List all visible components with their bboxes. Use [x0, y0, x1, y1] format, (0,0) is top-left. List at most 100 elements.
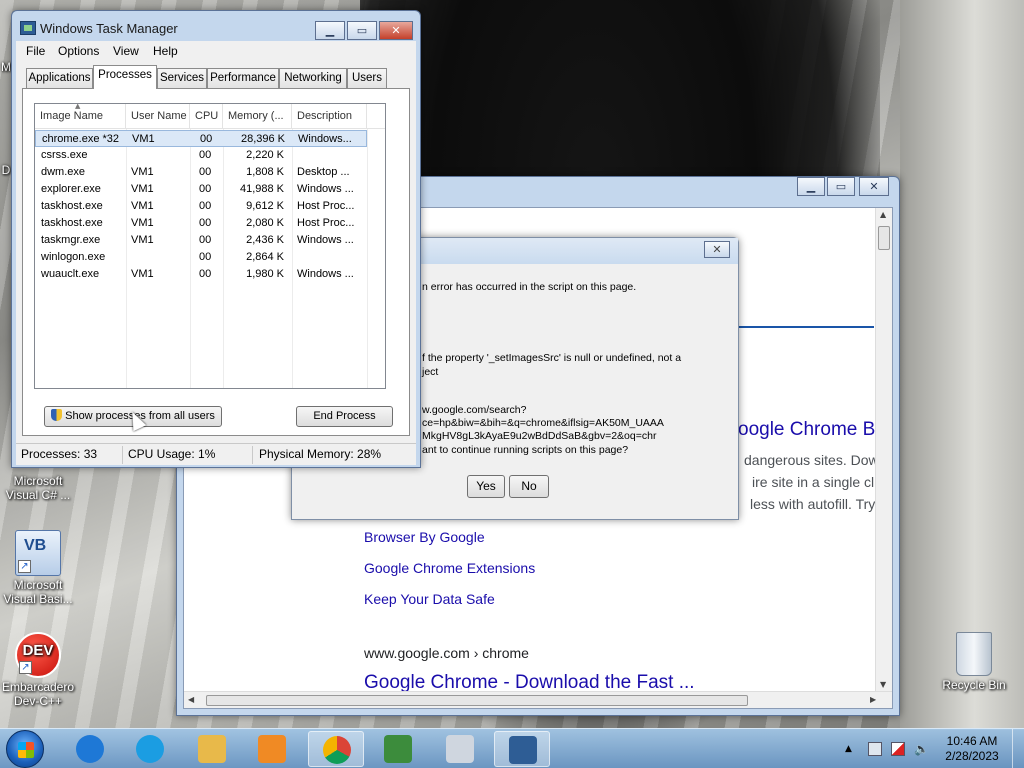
- desktop-icon-visual-csharp[interactable]: Microsoft Visual C# ...: [0, 474, 76, 502]
- process-cell-mem: 9,612 K: [246, 200, 284, 212]
- menu-view[interactable]: View: [113, 44, 139, 58]
- wallpaper-right: [900, 0, 1024, 730]
- process-cell-name: csrss.exe: [41, 149, 88, 161]
- dialog-url-line: ce=hp&biw=&bih=&q=chrome&iflsig=AK50M_UA…: [422, 417, 664, 429]
- menu-help[interactable]: Help: [153, 44, 178, 58]
- end-process-button[interactable]: End Process: [296, 406, 393, 427]
- process-row[interactable]: csrss.exe 00 2,220 K: [35, 147, 385, 164]
- process-row[interactable]: dwm.exe VM1 00 1,808 K Desktop ...: [35, 164, 385, 181]
- scrollbar-thumb[interactable]: [878, 226, 890, 250]
- taskbar-button-internet-explorer[interactable]: [62, 731, 118, 767]
- process-cell-user: VM1: [131, 200, 154, 212]
- horizontal-scrollbar[interactable]: ◀ ▶: [184, 691, 892, 708]
- minimize-button[interactable]: ▁: [315, 21, 345, 40]
- column-image-name[interactable]: Image Name: [35, 104, 126, 129]
- desktop-icon-dev-cpp[interactable]: DEV ↗ Embarcadero Dev-C++: [0, 632, 76, 708]
- sitelink-keep-data-safe[interactable]: Keep Your Data Safe: [364, 591, 495, 607]
- process-cell-desc: Host Proc...: [297, 200, 355, 212]
- show-desktop-button[interactable]: [1012, 729, 1024, 768]
- volume-icon[interactable]: 🔈: [914, 742, 929, 756]
- action-center-flag-icon[interactable]: [891, 742, 905, 756]
- desktop-icon-label: Dev-C++: [13, 694, 63, 708]
- tab-processes[interactable]: Processes: [93, 65, 157, 89]
- scrollbar-thumb[interactable]: [206, 695, 748, 706]
- process-row[interactable]: winlogon.exe 00 2,864 K: [35, 249, 385, 266]
- media-player-icon: [258, 735, 286, 763]
- process-cell-mem: 28,396 K: [240, 133, 285, 145]
- column-cpu[interactable]: CPU: [190, 104, 223, 129]
- edge-icon: [136, 735, 164, 763]
- process-cell-mem: 2,864 K: [246, 251, 284, 263]
- process-list[interactable]: Image Name User Name CPU Memory (... Des…: [34, 103, 386, 389]
- taskbar-button-chrome[interactable]: [308, 731, 364, 767]
- process-cell-cpu: 00: [199, 251, 212, 263]
- maximize-button[interactable]: ▭: [827, 177, 855, 196]
- taskbar-button-window-app[interactable]: [432, 731, 488, 767]
- close-button[interactable]: ✕: [379, 21, 413, 40]
- process-cell-mem: 1,980 K: [246, 268, 284, 280]
- menu-file[interactable]: File: [26, 44, 45, 58]
- taskbar-button-media-player[interactable]: [244, 731, 300, 767]
- tab-performance[interactable]: Performance: [207, 68, 279, 88]
- column-description[interactable]: Description: [292, 104, 367, 129]
- process-row[interactable]: taskhost.exe VM1 00 9,612 K Host Proc...: [35, 198, 385, 215]
- column-memory[interactable]: Memory (...: [223, 104, 292, 129]
- process-cell-mem: 2,220 K: [246, 149, 284, 161]
- start-button[interactable]: [6, 730, 44, 768]
- process-row[interactable]: taskmgr.exe VM1 00 2,436 K Windows ...: [35, 232, 385, 249]
- taskbar-button-visual-csharp[interactable]: [370, 731, 426, 767]
- dialog-close-button[interactable]: ✕: [704, 241, 730, 258]
- column-user-name[interactable]: User Name: [126, 104, 190, 129]
- recycle-bin-icon: [956, 632, 992, 676]
- sitelink-chrome-extensions[interactable]: Google Chrome Extensions: [364, 560, 535, 576]
- network-icon[interactable]: [868, 742, 882, 756]
- process-cell-desc: Host Proc...: [297, 217, 355, 229]
- sitelink-browser-by-google[interactable]: Browser By Google: [364, 529, 485, 545]
- system-clock[interactable]: 10:46 AM 2/28/2023: [937, 734, 1007, 764]
- taskbar-button-task-manager[interactable]: [494, 731, 550, 767]
- process-row[interactable]: taskhost.exe VM1 00 2,080 K Host Proc...: [35, 215, 385, 232]
- sort-ascending-icon: ▲: [75, 103, 81, 110]
- taskbar-button-edge[interactable]: [122, 731, 178, 767]
- desktop-icon-label: Visual Basi...: [3, 592, 73, 606]
- tab-applications[interactable]: Applications: [26, 68, 93, 88]
- no-button[interactable]: No: [509, 475, 549, 498]
- minimize-button[interactable]: ▁: [797, 177, 825, 196]
- status-processes: Processes: 33: [21, 447, 98, 461]
- menu-options[interactable]: Options: [58, 44, 99, 58]
- tab-networking[interactable]: Networking: [279, 68, 347, 88]
- menu-bar: File Options View Help: [16, 41, 416, 61]
- window-title: Windows Task Manager: [40, 21, 178, 36]
- vertical-scrollbar[interactable]: ▲ ▼: [875, 208, 892, 692]
- process-row[interactable]: wuauclt.exe VM1 00 1,980 K Windows ...: [35, 266, 385, 283]
- taskbar-button-file-explorer[interactable]: [184, 731, 240, 767]
- process-cell-mem: 41,988 K: [239, 183, 284, 195]
- yes-button[interactable]: Yes: [467, 475, 505, 498]
- task-manager-icon: [509, 736, 537, 764]
- show-hidden-icons-icon[interactable]: ▲: [845, 742, 859, 756]
- process-cell-cpu: 00: [200, 133, 213, 145]
- shortcut-arrow-icon: ↗: [18, 560, 31, 573]
- process-cell-user: VM1: [131, 234, 154, 246]
- dialog-error-message: n error has occurred in the script on th…: [422, 281, 637, 293]
- process-cell-name: taskhost.exe: [41, 200, 103, 212]
- process-cell-name: taskhost.exe: [41, 217, 103, 229]
- process-row[interactable]: chrome.exe *32 VM1 00 28,396 K Windows...: [35, 130, 367, 147]
- process-cell-cpu: 00: [199, 166, 212, 178]
- process-cell-cpu: 00: [199, 200, 212, 212]
- desktop-icon-recycle-bin[interactable]: Recycle Bin: [936, 632, 1012, 692]
- process-cell-cpu: 00: [199, 149, 212, 161]
- tab-services[interactable]: Services: [157, 68, 207, 88]
- process-cell-name: dwm.exe: [41, 166, 86, 178]
- maximize-button[interactable]: ▭: [347, 21, 377, 40]
- result-heading-partial[interactable]: oogle Chrome B: [738, 419, 875, 441]
- task-manager-icon: [20, 21, 36, 35]
- process-cell-desc: Windows ...: [297, 234, 354, 246]
- process-cell-mem: 2,436 K: [246, 234, 284, 246]
- process-cell-mem: 2,080 K: [246, 217, 284, 229]
- tab-users[interactable]: Users: [347, 68, 387, 88]
- process-cell-desc: Desktop ...: [297, 166, 350, 178]
- close-button[interactable]: ✕: [859, 177, 889, 196]
- desktop-icon-visual-basic[interactable]: VB ↗ Microsoft Visual Basi...: [0, 530, 76, 606]
- process-row[interactable]: explorer.exe VM1 00 41,988 K Windows ...: [35, 181, 385, 198]
